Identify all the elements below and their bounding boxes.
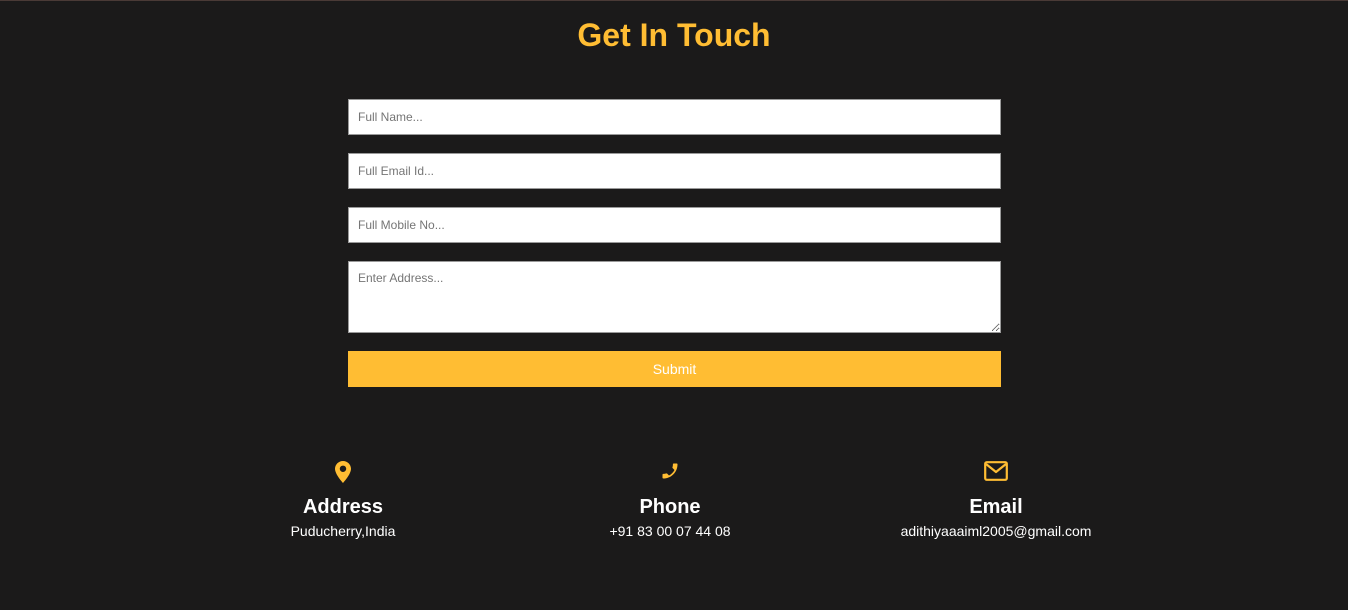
phone-value: +91 83 00 07 44 08 <box>609 523 731 539</box>
envelope-icon <box>866 461 1126 485</box>
page-title: Get In Touch <box>577 17 771 53</box>
email-label: Email <box>969 496 1023 518</box>
map-pin-icon <box>213 461 473 485</box>
full-name-input[interactable] <box>348 99 1001 135</box>
contact-form: Submit <box>348 99 1001 387</box>
address-value: Puducherry,India <box>290 523 396 539</box>
phone-icon <box>540 461 800 485</box>
email-input[interactable] <box>348 153 1001 189</box>
address-label: Address <box>302 496 384 518</box>
address-info: Address Puducherry,India <box>213 461 473 540</box>
mobile-input[interactable] <box>348 207 1001 243</box>
email-value: adithiyaaaiml2005@gmail.com <box>900 523 1092 539</box>
phone-label: Phone <box>639 496 701 518</box>
email-info: Email adithiyaaaiml2005@gmail.com <box>866 461 1126 540</box>
submit-button[interactable]: Submit <box>348 351 1001 387</box>
address-textarea[interactable] <box>348 261 1001 333</box>
phone-info: Phone +91 83 00 07 44 08 <box>540 461 800 540</box>
